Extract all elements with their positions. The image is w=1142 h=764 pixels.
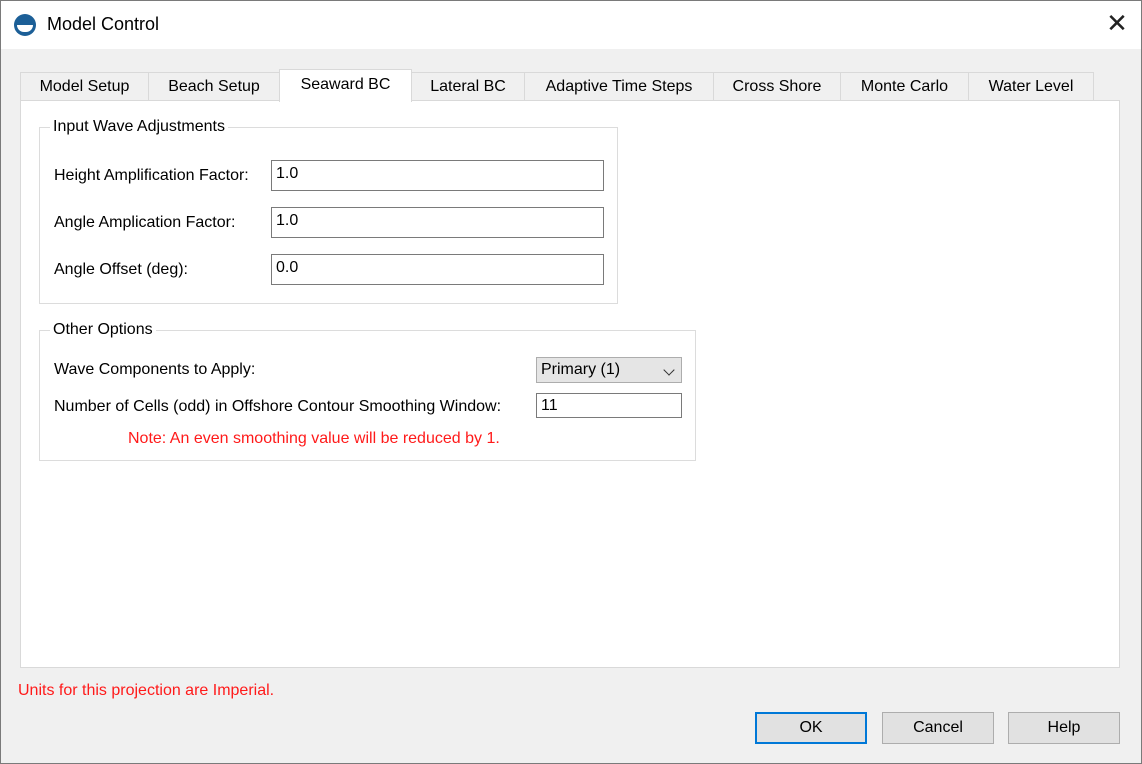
tab-seaward-bc[interactable]: Seaward BC <box>279 69 412 102</box>
smoothing-note: Note: An even smoothing value will be re… <box>128 430 500 447</box>
close-button[interactable]: ✕ <box>1097 7 1137 43</box>
tab-adaptive-time-steps[interactable]: Adaptive Time Steps <box>524 72 714 101</box>
tab-water-level[interactable]: Water Level <box>968 72 1094 101</box>
input-wave-adjustments-title: Input Wave Adjustments <box>50 117 228 137</box>
angle-offset-field[interactable]: 0.0 <box>271 254 604 285</box>
tab-lateral-bc[interactable]: Lateral BC <box>411 72 525 101</box>
app-wave-icon <box>14 14 36 36</box>
cancel-button[interactable]: Cancel <box>882 712 994 744</box>
angle-amplication-label: Angle Amplication Factor: <box>54 214 236 231</box>
angle-amplication-field[interactable]: 1.0 <box>271 207 604 238</box>
window-title: Model Control <box>47 14 160 34</box>
ok-button[interactable]: OK <box>755 712 867 744</box>
tab-cross-shore[interactable]: Cross Shore <box>713 72 841 101</box>
angle-offset-label: Angle Offset (deg): <box>54 261 188 278</box>
height-amplification-field[interactable]: 1.0 <box>271 160 604 191</box>
wave-components-dropdown[interactable]: Primary (1) <box>536 357 682 383</box>
input-wave-adjustments-group: Input Wave Adjustments Height Amplificat… <box>39 117 618 304</box>
other-options-title: Other Options <box>50 320 156 340</box>
title-bar: Model Control ✕ <box>1 1 1141 49</box>
smoothing-window-field[interactable]: 11 <box>536 393 682 418</box>
tab-monte-carlo[interactable]: Monte Carlo <box>840 72 969 101</box>
wave-components-value: Primary (1) <box>541 361 621 378</box>
chevron-down-icon <box>663 364 675 376</box>
other-options-group: Other Options Wave Components to Apply: … <box>39 320 696 461</box>
height-amplification-label: Height Amplification Factor: <box>54 167 249 184</box>
wave-components-label: Wave Components to Apply: <box>54 361 256 378</box>
tab-model-setup[interactable]: Model Setup <box>20 72 149 101</box>
units-note: Units for this projection are Imperial. <box>18 682 275 699</box>
smoothing-window-label: Number of Cells (odd) in Offshore Contou… <box>54 398 502 415</box>
help-button[interactable]: Help <box>1008 712 1120 744</box>
model-control-dialog: Model Control ✕ Model Setup Beach Setup … <box>0 0 1142 764</box>
seaward-bc-panel: Input Wave Adjustments Height Amplificat… <box>20 100 1120 668</box>
tab-beach-setup[interactable]: Beach Setup <box>148 72 280 101</box>
